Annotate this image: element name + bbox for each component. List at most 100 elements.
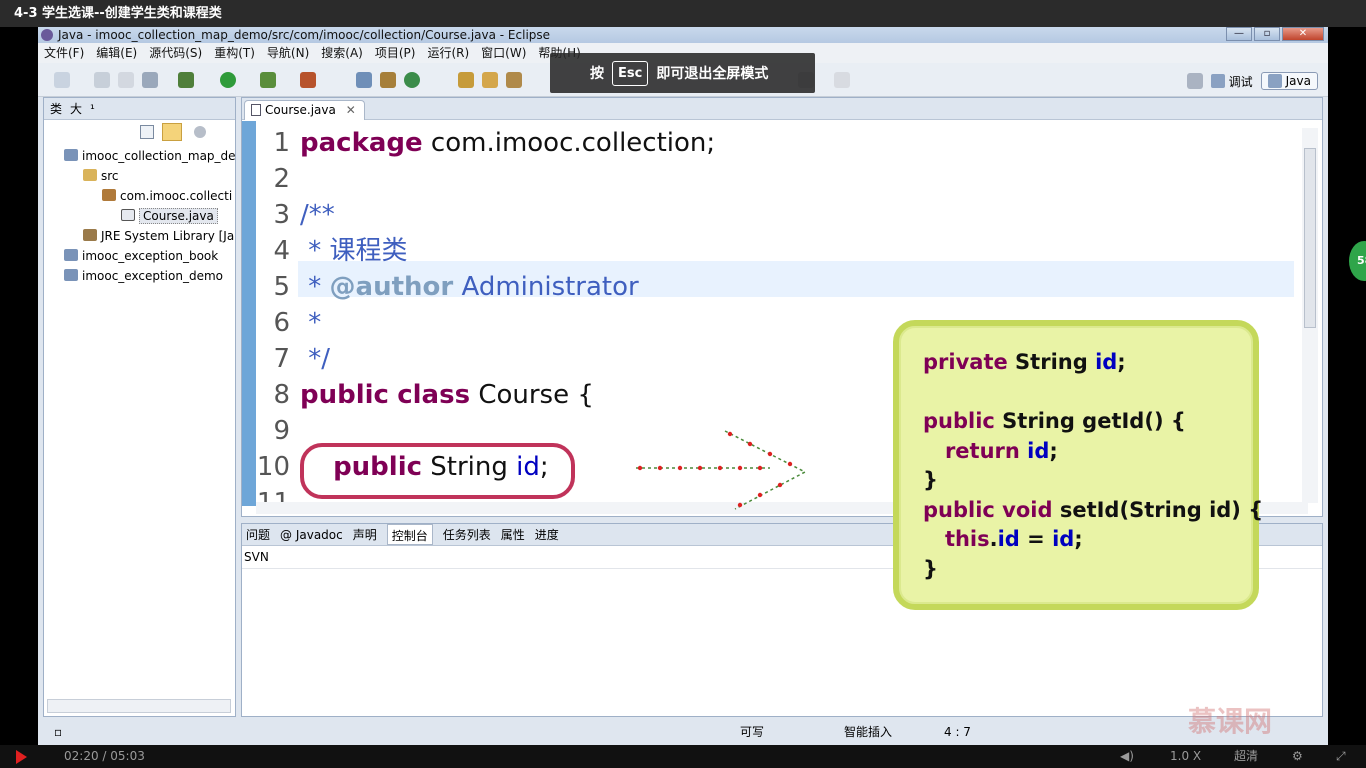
tree-item[interactable]: imooc_exception_book — [44, 246, 235, 266]
tab-properties[interactable]: 属性 — [501, 524, 525, 545]
esc-key-label: Esc — [612, 60, 649, 86]
tree-item-label: imooc_exception_book — [82, 249, 219, 263]
tree-item[interactable]: com.imooc.collecti — [44, 186, 235, 206]
code-text: * — [300, 308, 322, 338]
tree-item[interactable]: imooc_exception_demo — [44, 266, 235, 286]
code-text: */ — [300, 344, 331, 374]
menu-edit[interactable]: 编辑(E) — [96, 43, 137, 63]
callout-code-line — [923, 378, 1253, 408]
new-java-project-icon[interactable] — [356, 72, 372, 88]
line-number: 8 — [273, 380, 290, 410]
tree-item-label: JRE System Library [Ja — [101, 229, 235, 243]
floating-badge[interactable]: 58 — [1349, 241, 1366, 281]
new-class-icon[interactable] — [404, 72, 420, 88]
line-number: 10 — [256, 452, 290, 482]
print-icon[interactable] — [142, 72, 158, 88]
new-package-icon[interactable] — [380, 72, 396, 88]
status-bar: ▫ 可写 智能插入 4 : 7 — [38, 719, 1328, 745]
open-perspective-icon[interactable] — [1186, 73, 1203, 89]
java-perspective-icon — [1267, 74, 1282, 88]
vertical-scrollbar[interactable] — [1302, 128, 1318, 503]
fullscreen-hint: 按 Esc 即可退出全屏模式 — [550, 53, 815, 93]
video-title: 4-3 学生选课--创建学生类和课程类 — [0, 0, 1366, 27]
line-number: 1 — [273, 128, 290, 158]
collapse-all-icon[interactable] — [140, 125, 154, 139]
watermark: 慕课网 — [1188, 705, 1273, 738]
maximize-button[interactable]: ▫ — [1254, 27, 1280, 41]
line-number: 5 — [273, 272, 290, 302]
tab-declaration[interactable]: 声明 — [353, 524, 377, 545]
code-line: 5 * @author Administrator — [242, 269, 1294, 305]
getter-setter-callout: private String id; public String getId()… — [893, 320, 1263, 610]
menu-navigate[interactable]: 导航(N) — [267, 43, 309, 63]
menu-refactor[interactable]: 重构(T) — [214, 43, 255, 63]
java-perspective-button[interactable]: Java — [1260, 72, 1318, 90]
code-line: 2 — [242, 161, 1294, 197]
line-number: 3 — [273, 200, 290, 230]
tab-outline[interactable]: 大 — [70, 98, 82, 119]
code-text: package com.imooc.collection; — [300, 128, 716, 158]
view-menu-icon[interactable] — [194, 126, 206, 138]
callout-code-line: public String getId() { — [923, 409, 1186, 433]
line-number: 7 — [273, 344, 290, 374]
tree-item[interactable]: imooc_collection_map_de — [44, 146, 235, 166]
open-type-icon[interactable] — [458, 72, 474, 88]
tree-item-label: src — [101, 169, 119, 183]
external-tools-icon[interactable] — [300, 72, 316, 88]
menu-window[interactable]: 窗口(W) — [481, 43, 526, 63]
close-tab-icon[interactable]: ✕ — [346, 103, 356, 117]
package-explorer-tabs: 类 大 ¹ — [44, 98, 235, 120]
menu-file[interactable]: 文件(F) — [44, 43, 84, 63]
menu-run[interactable]: 运行(R) — [427, 43, 469, 63]
open-folder-icon[interactable] — [482, 72, 498, 88]
line-number: 2 — [273, 164, 290, 194]
debug-perspective-icon — [1210, 74, 1225, 88]
highlight-annotation — [300, 443, 575, 499]
coverage-icon[interactable] — [260, 72, 276, 88]
tab-problems[interactable]: 问题 — [246, 524, 270, 545]
run-icon[interactable] — [220, 72, 236, 88]
quality-selector[interactable]: 超清 — [1234, 745, 1258, 768]
menu-source[interactable]: 源代码(S) — [149, 43, 202, 63]
eclipse-icon — [41, 29, 53, 41]
menu-project[interactable]: 项目(P) — [375, 43, 416, 63]
tab-course-java[interactable]: Course.java ✕ — [244, 100, 365, 120]
save-all-icon[interactable] — [118, 72, 134, 88]
scrollbar-thumb[interactable] — [1304, 148, 1316, 328]
debug-perspective-label: 调试 — [1228, 74, 1253, 89]
volume-icon[interactable]: ◀) — [1120, 745, 1134, 768]
tab-tasks[interactable]: 任务列表 — [443, 524, 491, 545]
horizontal-scrollbar[interactable] — [47, 699, 231, 713]
arrow-annotation — [636, 430, 807, 510]
forward-icon[interactable] — [834, 72, 850, 88]
playback-speed[interactable]: 1.0 X — [1170, 745, 1201, 768]
status-cursor-position: 4 : 7 — [944, 725, 971, 739]
tree-item[interactable]: JRE System Library [Ja — [44, 226, 235, 246]
hint-prefix: 按 — [590, 66, 604, 82]
folder-icon — [83, 169, 97, 181]
tab-console[interactable]: 控制台 — [386, 524, 433, 545]
tab-progress[interactable]: 进度 — [535, 524, 559, 545]
save-icon[interactable] — [94, 72, 110, 88]
tree-item[interactable]: Course.java — [44, 206, 235, 226]
search-icon[interactable] — [506, 72, 522, 88]
debug-perspective-button[interactable]: 调试 — [1210, 73, 1253, 90]
new-icon[interactable] — [54, 72, 70, 88]
menu-search[interactable]: 搜索(A) — [321, 43, 363, 63]
link-editor-icon[interactable] — [162, 123, 182, 141]
video-time: 02:20 / 05:03 — [64, 749, 145, 763]
minimize-button[interactable]: — — [1226, 27, 1252, 41]
fullscreen-icon[interactable]: ⤢ — [1336, 745, 1346, 768]
status-icon: ▫ — [54, 725, 63, 739]
tab-other[interactable]: ¹ — [90, 98, 95, 119]
tree-item[interactable]: src — [44, 166, 235, 186]
play-icon[interactable] — [16, 750, 27, 764]
perspective-switcher: 调试 Java — [1186, 70, 1318, 92]
tab-package-explorer[interactable]: 类 — [50, 98, 62, 119]
tab-javadoc[interactable]: @ Javadoc — [280, 524, 343, 545]
settings-icon[interactable]: ⚙ — [1292, 745, 1303, 768]
debug-icon[interactable] — [178, 72, 194, 88]
close-button[interactable]: ✕ — [1282, 27, 1324, 41]
callout-code-line: this.id = id; — [944, 527, 1083, 551]
java-perspective-label: Java — [1285, 74, 1311, 88]
